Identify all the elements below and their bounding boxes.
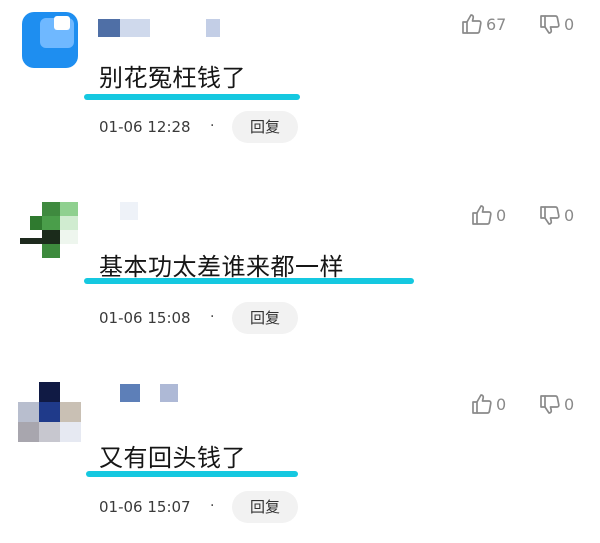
comment-time: 15:07 — [147, 498, 191, 516]
like-button[interactable]: 67 — [460, 12, 506, 36]
like-count: 67 — [486, 14, 507, 34]
meta-separator: · — [210, 498, 215, 514]
thumbs-up-icon — [472, 205, 492, 225]
comment-item: 0 0 又有回头钱了 01-06 15:07 · 回复 — [0, 378, 600, 543]
reply-button[interactable]: 回复 — [232, 491, 298, 523]
thumbs-down-icon — [540, 15, 560, 34]
username-pixelated[interactable] — [98, 202, 158, 220]
comment-text: 别花冤枉钱了 — [99, 64, 246, 92]
comment-date: 01-06 — [99, 498, 143, 516]
avatar[interactable] — [18, 8, 82, 72]
thumbs-up-icon — [472, 394, 492, 414]
reply-button[interactable]: 回复 — [232, 111, 298, 143]
username-pixelated[interactable] — [98, 19, 238, 37]
thumbs-down-icon — [540, 206, 560, 225]
like-count: 0 — [496, 394, 507, 414]
highlight-underline — [84, 278, 414, 284]
dislike-button[interactable]: 0 — [538, 392, 574, 416]
dislike-button[interactable]: 0 — [538, 203, 574, 227]
comment-date: 01-06 — [99, 118, 143, 136]
comment-text: 又有回头钱了 — [99, 444, 246, 472]
comment-time: 12:28 — [147, 118, 191, 136]
like-button[interactable]: 0 — [470, 392, 506, 416]
avatar[interactable] — [18, 198, 82, 262]
like-count: 0 — [496, 205, 507, 225]
dislike-count: 0 — [564, 205, 575, 225]
highlight-underline — [84, 94, 300, 100]
comment-item: 0 0 基本功太差谁来都一样 01-06 15:08 · 回复 — [0, 190, 600, 350]
comment-date: 01-06 — [99, 309, 143, 327]
meta-separator: · — [210, 118, 215, 134]
thumbs-up-icon — [462, 14, 482, 34]
highlight-underline — [86, 471, 298, 477]
comment-timestamp: 01-06 12:28 — [99, 118, 191, 136]
dislike-count: 0 — [564, 394, 575, 414]
comment-time: 15:08 — [147, 309, 191, 327]
thumbs-down-icon — [540, 395, 560, 414]
dislike-button[interactable]: 0 — [538, 12, 574, 36]
avatar[interactable] — [18, 380, 82, 444]
comment-item: 67 0 别花冤枉钱了 01-06 12:28 · 回复 — [0, 0, 600, 160]
comment-list: 67 0 别花冤枉钱了 01-06 12:28 · 回复 0 0 基本功太差谁来… — [0, 0, 600, 543]
like-button[interactable]: 0 — [470, 203, 506, 227]
comment-timestamp: 01-06 15:08 — [99, 309, 191, 327]
meta-separator: · — [210, 309, 215, 325]
reply-button[interactable]: 回复 — [232, 302, 298, 334]
dislike-count: 0 — [564, 14, 575, 34]
username-pixelated[interactable] — [98, 384, 188, 402]
comment-timestamp: 01-06 15:07 — [99, 498, 191, 516]
comment-text: 基本功太差谁来都一样 — [99, 253, 344, 281]
